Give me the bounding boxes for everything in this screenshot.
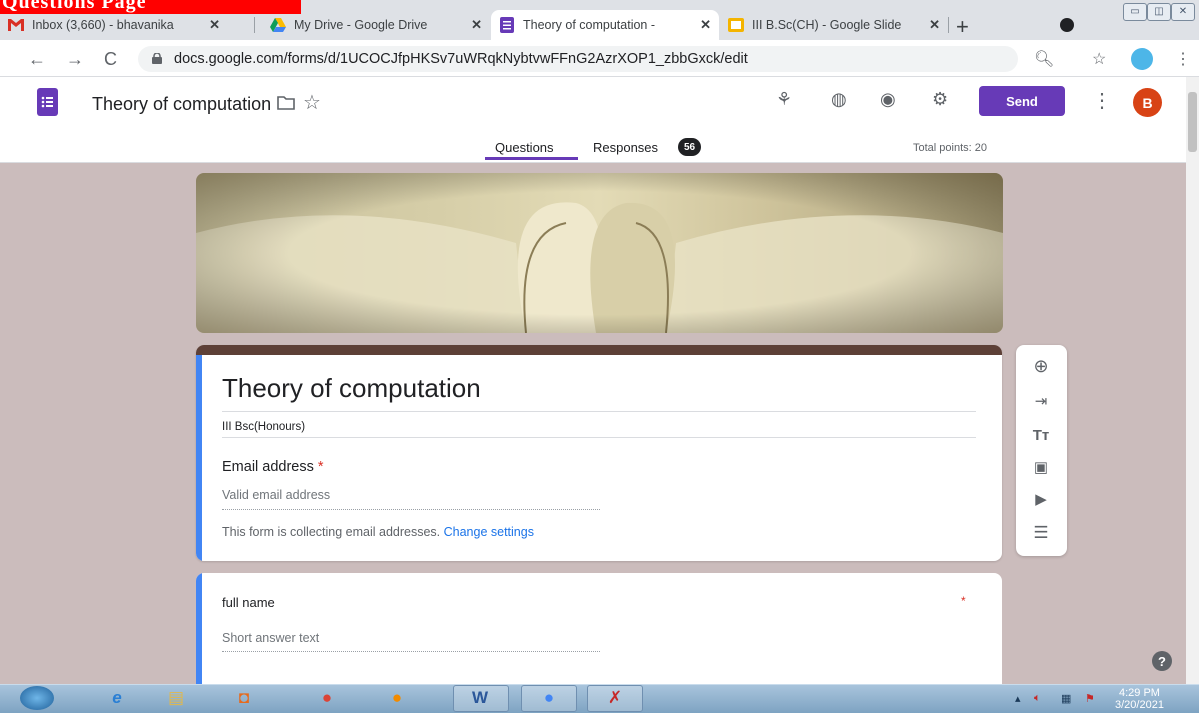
close-window-button[interactable]: ✕ xyxy=(1171,3,1195,21)
header-image xyxy=(196,173,1003,333)
tab-gmail[interactable]: Inbox (3,660) - bhavanika ✕ xyxy=(0,10,228,40)
folder-icon[interactable] xyxy=(277,96,295,110)
tab-search-icon[interactable] xyxy=(1060,18,1074,32)
more-options-icon[interactable]: ⋮ xyxy=(1092,88,1112,113)
tab-google-drive[interactable]: My Drive - Google Drive ✕ xyxy=(262,10,490,40)
network-icon[interactable]: ▦ xyxy=(1061,692,1071,705)
send-button[interactable]: Send xyxy=(979,86,1065,116)
palette-icon[interactable]: ◍ xyxy=(831,89,847,110)
reload-icon[interactable]: C xyxy=(104,49,117,70)
add-question-icon[interactable]: ⊕ xyxy=(1031,356,1051,377)
preview-eye-icon[interactable]: ◉ xyxy=(880,89,896,110)
tab-google-slides[interactable]: III B.Sc(CH) - Google Slide ✕ xyxy=(720,10,948,40)
overlay-banner-text: Questions Page xyxy=(2,0,147,13)
total-points: Total points: 20 xyxy=(913,142,987,154)
close-tab-icon[interactable]: ✕ xyxy=(929,17,940,33)
add-section-icon[interactable]: ☰ xyxy=(1031,523,1051,543)
tab-label: Inbox (3,660) - bhavanika xyxy=(32,18,174,32)
email-question-label: Email address * xyxy=(222,459,324,475)
lock-icon xyxy=(152,53,162,64)
google-slides-icon xyxy=(728,17,744,33)
tab-separator xyxy=(254,17,255,33)
scrollbar-thumb[interactable] xyxy=(1188,92,1197,152)
question-card[interactable] xyxy=(196,573,1002,684)
answer-underline xyxy=(222,651,600,652)
email-field-underline xyxy=(222,509,600,510)
close-tab-icon[interactable]: ✕ xyxy=(209,17,220,33)
minimize-button[interactable]: ▭ xyxy=(1123,3,1147,21)
form-title-input[interactable]: Theory of computation xyxy=(222,373,481,404)
ccleaner-icon: ✗ xyxy=(607,688,623,707)
scrollbar-track[interactable] xyxy=(1186,77,1199,684)
collecting-note-text: This form is collecting email addresses. xyxy=(222,525,441,539)
form-description-input[interactable]: III Bsc(Honours) xyxy=(222,421,305,433)
tab-questions[interactable]: Questions xyxy=(495,140,554,155)
bookmark-star-icon[interactable]: ☆ xyxy=(1092,49,1106,69)
add-title-icon[interactable]: Tт xyxy=(1031,427,1051,444)
chrome-icon[interactable]: ● xyxy=(313,686,341,710)
close-tab-icon[interactable]: ✕ xyxy=(471,17,482,33)
active-tab-indicator xyxy=(485,157,578,160)
volume-icon[interactable]: 🔈︎ xyxy=(1034,692,1041,705)
new-tab-button[interactable]: + xyxy=(956,14,969,40)
firefox-icon[interactable]: ● xyxy=(383,686,411,710)
question-title[interactable]: full name xyxy=(222,595,275,610)
settings-gear-icon[interactable]: ⚙ xyxy=(932,89,948,110)
chrome-active-icon: ● xyxy=(543,688,555,707)
divider xyxy=(222,437,976,438)
media-player-icon[interactable]: ◘ xyxy=(230,686,258,710)
show-hidden-icons[interactable]: ▴ xyxy=(1015,692,1021,705)
taskbar-clock[interactable]: 4:29 PM 3/20/2021 xyxy=(1115,687,1164,711)
email-label-text: Email address xyxy=(222,459,314,475)
short-answer-placeholder: Short answer text xyxy=(222,631,320,645)
file-explorer-icon[interactable]: ▤ xyxy=(162,686,190,710)
action-center-icon[interactable]: ⚑ xyxy=(1085,692,1095,705)
email-field: Valid email address xyxy=(222,488,331,502)
maximize-button[interactable]: ◫ xyxy=(1147,3,1171,21)
tab-theory-of-computation[interactable]: Theory of computation - ✕ xyxy=(491,10,719,40)
addons-icon[interactable]: ⚘ xyxy=(776,89,792,110)
google-drive-icon xyxy=(270,17,286,33)
help-icon[interactable]: ? xyxy=(1152,651,1172,671)
theme-color-band xyxy=(196,345,1002,355)
profile-avatar-icon[interactable] xyxy=(1131,48,1153,70)
add-video-icon[interactable]: ▶ xyxy=(1031,490,1051,508)
windows-start-icon[interactable] xyxy=(20,686,54,710)
forward-icon[interactable]: → xyxy=(66,49,84,70)
back-icon[interactable]: ← xyxy=(28,49,46,70)
form-doc-title[interactable]: Theory of computation xyxy=(92,94,271,115)
internet-explorer-icon[interactable]: e xyxy=(103,686,131,710)
gmail-icon xyxy=(8,17,24,33)
url-bar[interactable]: docs.google.com/forms/d/1UCOCJfpHKSv7uWR… xyxy=(138,46,1018,72)
collecting-emails-note: This form is collecting email addresses.… xyxy=(222,525,534,539)
address-toolbar: ← → C docs.google.com/forms/d/1UCOCJfpHK… xyxy=(0,40,1199,77)
selected-card-indicator xyxy=(196,355,202,561)
word-icon: W xyxy=(471,688,489,707)
tab-label: III B.Sc(CH) - Google Slide xyxy=(752,18,902,32)
browser-menu-icon[interactable]: ⋮ xyxy=(1175,49,1191,69)
google-forms-icon xyxy=(499,17,515,33)
required-asterisk: * xyxy=(317,459,324,475)
overlay-banner: Questions Page xyxy=(0,0,301,14)
change-settings-link[interactable]: Change settings xyxy=(444,525,534,539)
card-indicator xyxy=(196,573,202,684)
required-asterisk: * xyxy=(961,594,966,608)
open-book-image xyxy=(196,173,1003,333)
tab-label: My Drive - Google Drive xyxy=(294,18,428,32)
tab-responses[interactable]: Responses xyxy=(593,140,658,155)
star-icon[interactable]: ☆ xyxy=(303,90,321,115)
close-tab-icon[interactable]: ✕ xyxy=(700,17,711,33)
zoom-icon[interactable]: 🔍︎ xyxy=(1034,49,1054,69)
tab-separator xyxy=(948,17,949,33)
clock-time: 4:29 PM xyxy=(1118,687,1160,699)
clock-date: 3/20/2021 xyxy=(1115,699,1164,711)
add-image-icon[interactable]: ▣ xyxy=(1031,458,1051,476)
import-questions-icon[interactable]: ⇥ xyxy=(1031,392,1051,410)
tab-label: Theory of computation - xyxy=(523,18,656,32)
google-forms-logo-icon[interactable] xyxy=(37,88,58,116)
avatar[interactable]: B xyxy=(1133,88,1162,117)
divider xyxy=(222,411,976,412)
responses-count-badge: 56 xyxy=(678,138,701,156)
